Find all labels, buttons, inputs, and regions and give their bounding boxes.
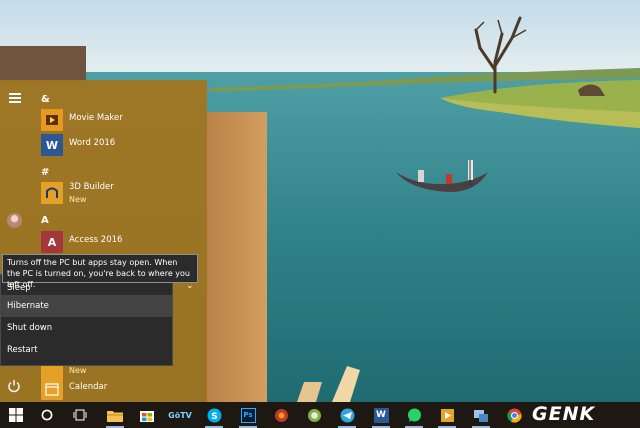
user-avatar[interactable] [7, 213, 22, 228]
media-icon [440, 408, 454, 422]
word-icon: W [373, 407, 389, 423]
photoshop-button[interactable]: Ps [238, 405, 258, 428]
new-badge: New [69, 195, 87, 204]
app-label: Access 2016 [69, 235, 123, 245]
app-movie-maker[interactable]: Movie Maker [37, 108, 203, 134]
telegram-icon [340, 408, 354, 422]
folder-icon [107, 410, 123, 422]
network-icon [474, 409, 488, 422]
cortana-button[interactable] [37, 405, 57, 425]
word-button[interactable]: W [371, 405, 391, 428]
network-app-button[interactable] [471, 405, 491, 428]
hamburger-menu-icon[interactable] [6, 89, 24, 107]
task-view-button[interactable] [70, 405, 90, 425]
whatsapp-icon [407, 408, 421, 422]
file-explorer-button[interactable] [105, 405, 125, 428]
gotv-icon: GõTV [168, 410, 192, 420]
cortana-circle-icon [41, 409, 53, 421]
power-shut-down[interactable]: Shut down [1, 317, 172, 339]
media-player-button[interactable] [437, 405, 457, 428]
svg-text:S: S [211, 412, 217, 422]
store-icon [140, 411, 154, 422]
red-app-icon [274, 408, 288, 422]
color-app-button[interactable] [304, 405, 324, 425]
store-button[interactable] [137, 405, 157, 425]
group-header-hash[interactable]: # [41, 167, 49, 178]
photoshop-icon: Ps [240, 407, 256, 423]
app-calendar[interactable]: Calendar [37, 377, 203, 403]
access-icon: A [41, 231, 63, 253]
app-label: Word 2016 [69, 138, 116, 148]
hibernate-tooltip: Turns off the PC but apps stay open. Whe… [2, 254, 198, 289]
power-restart[interactable]: Restart [1, 339, 172, 361]
telegram-button[interactable] [337, 405, 357, 428]
group-header-ampersand[interactable]: & [41, 94, 50, 105]
red-app-button[interactable] [271, 405, 291, 425]
app-access-2016[interactable]: A Access 2016 [37, 230, 203, 256]
power-icon[interactable] [7, 378, 21, 393]
new-badge: New [69, 366, 87, 375]
task-view-icon [73, 409, 87, 421]
skype-icon: S [207, 408, 221, 422]
word-icon: W [41, 134, 63, 156]
whatsapp-button[interactable] [404, 405, 424, 428]
3d-builder-icon [41, 182, 63, 204]
gotiengviet-button[interactable]: GõTV [168, 405, 192, 425]
calendar-icon [41, 378, 63, 400]
app-3d-builder[interactable]: 3D Builder New [37, 181, 203, 207]
app-label: Calendar [69, 382, 108, 392]
app-label: Movie Maker [69, 113, 123, 123]
windows-logo-icon [9, 408, 23, 422]
group-header-a[interactable]: A [41, 215, 49, 226]
genk-watermark-logo: GENK [532, 403, 596, 425]
power-hibernate[interactable]: Hibernate [1, 295, 172, 317]
color-app-icon [307, 408, 321, 422]
chrome-icon [506, 408, 522, 423]
chrome-button[interactable] [504, 405, 524, 425]
skype-button[interactable]: S [204, 405, 224, 428]
app-word-2016[interactable]: W Word 2016 [37, 133, 203, 159]
start-button[interactable] [6, 405, 26, 425]
movie-maker-icon [41, 109, 63, 131]
app-label: 3D Builder [69, 182, 114, 192]
